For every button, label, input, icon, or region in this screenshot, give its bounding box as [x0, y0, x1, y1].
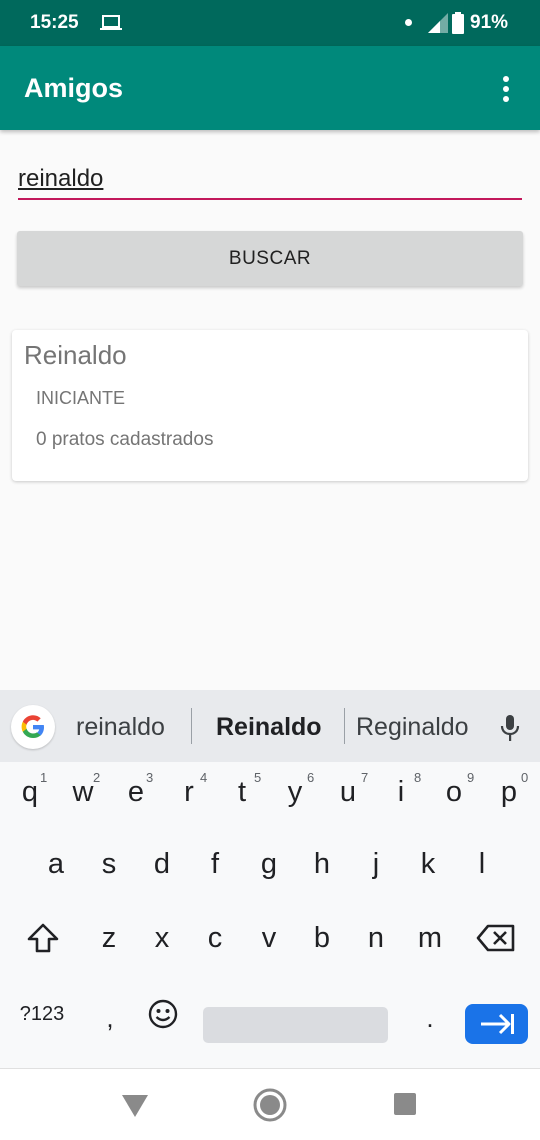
suggestion-divider	[191, 708, 192, 744]
suggestion-2[interactable]: Reinaldo	[216, 713, 322, 742]
notification-dot-icon	[405, 19, 412, 26]
suggestion-divider	[344, 708, 345, 744]
key-hint: 9	[467, 770, 475, 785]
space-key[interactable]	[203, 1007, 388, 1043]
emoji-icon	[148, 999, 178, 1029]
friend-card[interactable]: Reinaldo INICIANTE 0 pratos cadastrados	[12, 330, 528, 481]
microphone-icon[interactable]	[500, 714, 520, 742]
key-v[interactable]: v	[243, 908, 295, 968]
app-bar: Amigos	[0, 46, 540, 130]
key-hint: 5	[254, 770, 262, 785]
battery-percent: 91%	[470, 12, 509, 33]
key-z[interactable]: z	[83, 908, 135, 968]
key-w[interactable]: w	[57, 762, 109, 822]
key-hint: 1	[40, 770, 48, 785]
key-x[interactable]: x	[136, 908, 188, 968]
shift-icon	[27, 923, 59, 953]
key-j[interactable]: j	[350, 834, 402, 894]
key-hint: 4	[200, 770, 208, 785]
navigation-bar	[0, 1068, 540, 1140]
key-n[interactable]: n	[350, 908, 402, 968]
key-e[interactable]: e	[110, 762, 162, 822]
key-hint: 6	[307, 770, 315, 785]
friend-level: INICIANTE	[36, 388, 126, 408]
keys-area: q w e r t y u i o p 1 2 3 4 5 6 7 8 9 0 …	[0, 762, 540, 1068]
key-c[interactable]: c	[189, 908, 241, 968]
key-s[interactable]: s	[83, 834, 135, 894]
status-bar: 15:25 91%	[0, 0, 540, 46]
key-hint: 8	[414, 770, 422, 785]
enter-icon	[481, 1013, 514, 1035]
symbols-key[interactable]: ?123	[12, 994, 72, 1034]
friend-name: Reinaldo	[24, 340, 127, 370]
key-d[interactable]: d	[136, 834, 188, 894]
key-f[interactable]: f	[189, 834, 241, 894]
status-time: 15:25	[30, 12, 79, 33]
key-hint: 3	[146, 770, 154, 785]
suggestion-1[interactable]: reinaldo	[76, 713, 165, 742]
recents-icon[interactable]	[394, 1093, 416, 1115]
page-title: Amigos	[24, 73, 124, 103]
home-icon[interactable]	[252, 1087, 288, 1123]
key-g[interactable]: g	[243, 834, 295, 894]
period-key[interactable]: .	[410, 998, 450, 1038]
back-icon[interactable]	[122, 1095, 148, 1117]
shift-key[interactable]	[17, 908, 69, 968]
key-hint: 2	[93, 770, 101, 785]
friend-dish-count: 0 pratos cadastrados	[36, 429, 214, 450]
key-b[interactable]: b	[296, 908, 348, 968]
backspace-key[interactable]	[470, 908, 522, 968]
enter-key[interactable]	[465, 1004, 528, 1044]
key-m[interactable]: m	[404, 908, 456, 968]
key-q[interactable]: q	[4, 762, 56, 822]
suggestion-bar: reinaldo Reinaldo Reginaldo	[0, 690, 540, 762]
comma-key[interactable]: ,	[90, 998, 130, 1038]
key-h[interactable]: h	[296, 834, 348, 894]
keyboard: reinaldo Reinaldo Reginaldo q w e r t y …	[0, 690, 540, 1068]
search-input[interactable]	[18, 160, 522, 200]
battery-icon	[452, 12, 464, 34]
overflow-menu-icon[interactable]	[498, 74, 514, 104]
backspace-icon	[476, 924, 515, 952]
key-hint: 7	[361, 770, 369, 785]
key-k[interactable]: k	[402, 834, 454, 894]
suggestion-3[interactable]: Reginaldo	[356, 713, 469, 742]
emoji-key[interactable]	[143, 994, 183, 1034]
laptop-icon	[100, 15, 122, 30]
key-l[interactable]: l	[456, 834, 508, 894]
key-hint: 0	[521, 770, 529, 785]
search-button[interactable]: BUSCAR	[17, 231, 523, 286]
google-icon[interactable]	[11, 705, 55, 749]
key-a[interactable]: a	[30, 834, 82, 894]
signal-icon	[428, 13, 448, 33]
